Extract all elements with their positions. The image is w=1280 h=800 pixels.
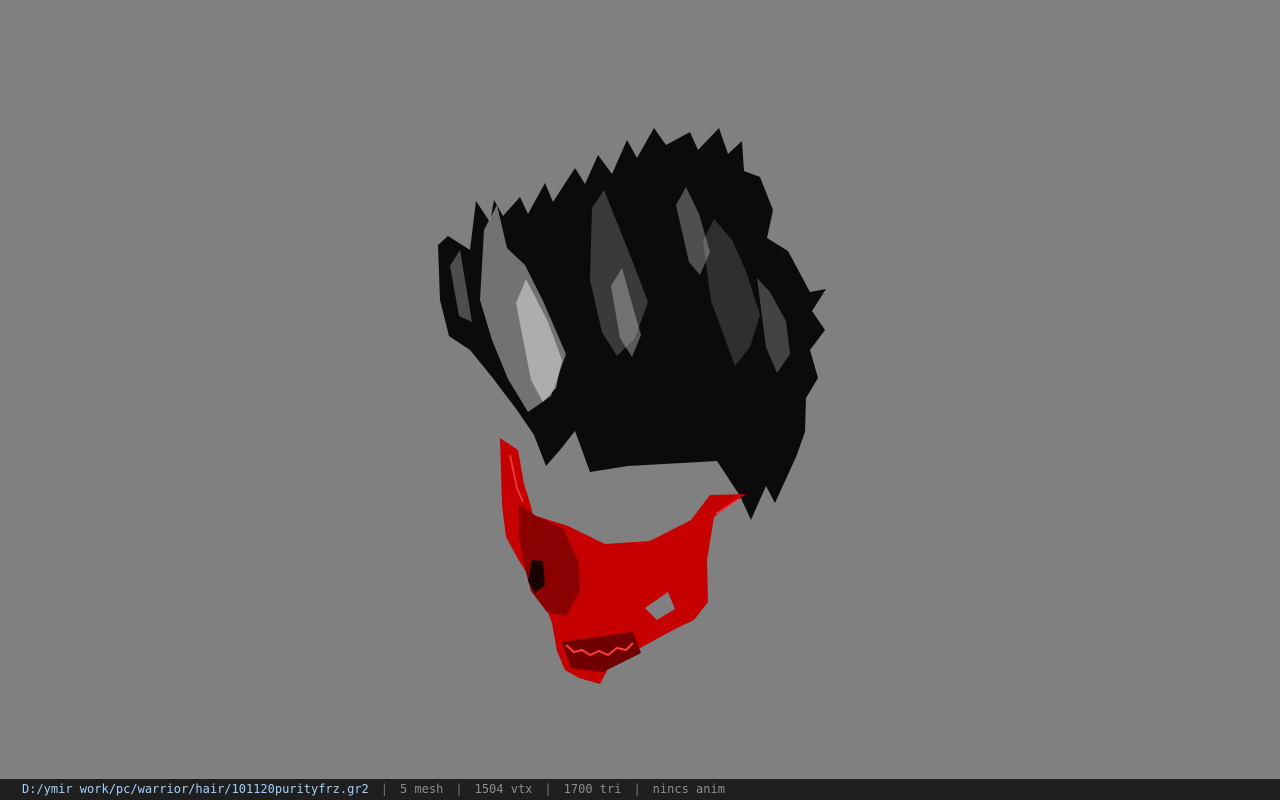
separator: | — [633, 782, 641, 796]
separator: | — [544, 782, 552, 796]
model-render — [438, 128, 826, 684]
red-skull-mask — [500, 438, 746, 684]
triangle-count: 1700 tri — [563, 782, 622, 796]
separator: | — [380, 782, 389, 796]
mesh-count: 5 mesh — [400, 782, 444, 796]
3d-viewport[interactable] — [0, 0, 1280, 779]
spiky-hair — [438, 128, 826, 520]
status-bar: D:/ymir work/pc/warrior/hair/101120purit… — [0, 779, 1280, 800]
file-path: D:/ymir work/pc/warrior/hair/101120purit… — [22, 782, 369, 796]
animation-status: nincs anim — [652, 782, 725, 796]
separator: | — [455, 782, 463, 796]
vertex-count: 1504 vtx — [474, 782, 533, 796]
